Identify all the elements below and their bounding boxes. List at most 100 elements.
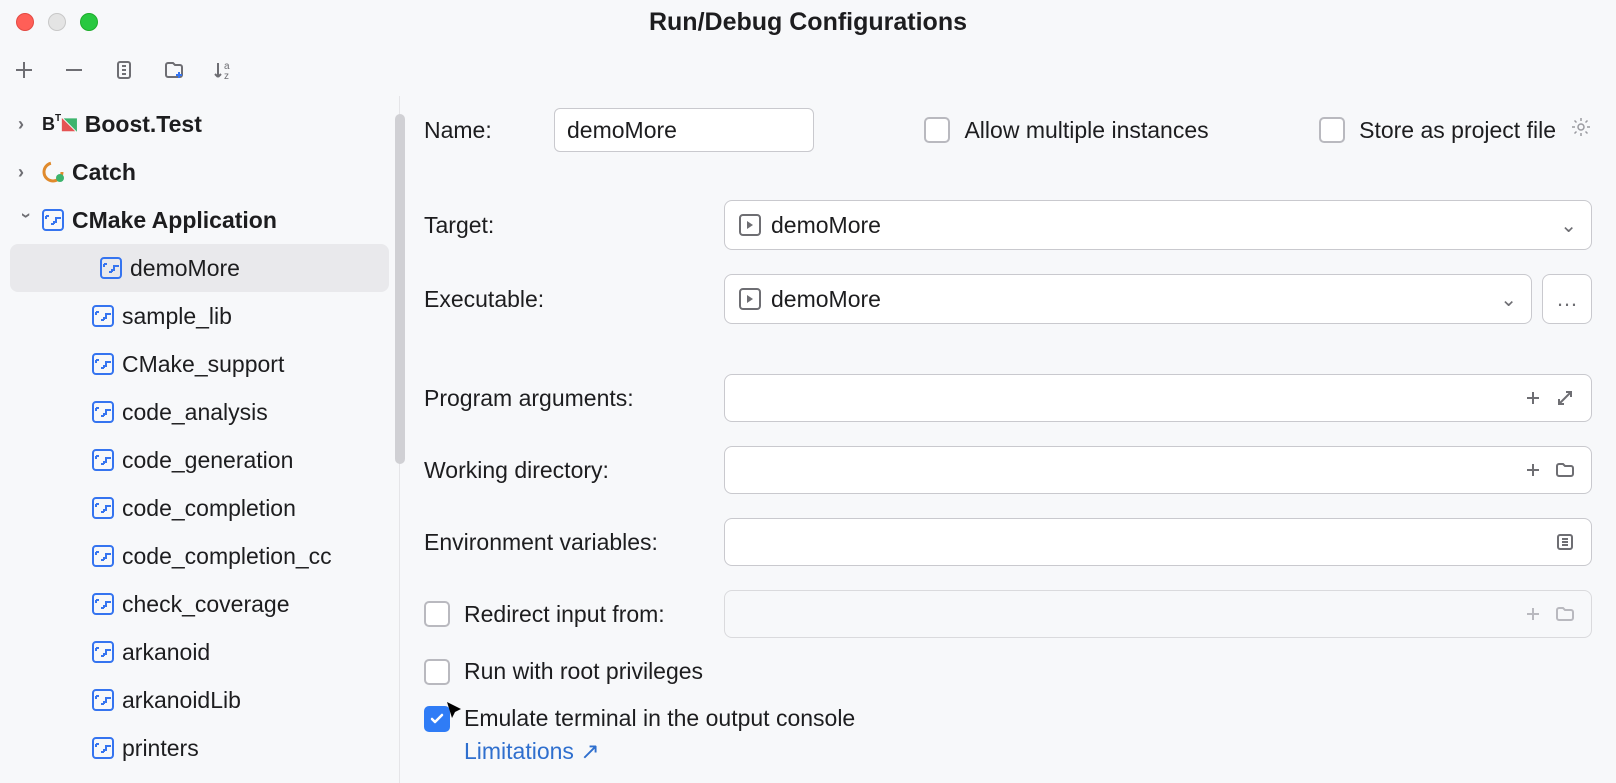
run-root-checkbox[interactable]: Run with root privileges xyxy=(424,658,703,685)
sidebar-group-label: Catch xyxy=(72,159,136,186)
sidebar-item-label: CMake_support xyxy=(122,351,284,378)
chevron-down-icon: › xyxy=(16,212,37,228)
checkbox-icon xyxy=(424,659,450,685)
sidebar-item-label: check_coverage xyxy=(122,591,290,618)
maximize-window-button[interactable] xyxy=(80,13,98,31)
target-icon xyxy=(92,449,114,471)
run-root-label: Run with root privileges xyxy=(464,658,703,685)
sidebar-item-code-completion[interactable]: code_completion xyxy=(0,484,399,532)
sidebar-item-label: code_completion_cc xyxy=(122,543,332,570)
sidebar-item-code-analysis[interactable]: code_analysis xyxy=(0,388,399,436)
main-area: › BT◣◥ Boost.Test › Catch › CMake Applic… xyxy=(0,96,1616,783)
sidebar-item-code-completion-cc[interactable]: code_completion_cc xyxy=(0,532,399,580)
sidebar-item-label: sample_lib xyxy=(122,303,232,330)
env-vars-field[interactable] xyxy=(724,518,1592,566)
sidebar-group-catch[interactable]: › Catch xyxy=(0,148,399,196)
target-icon xyxy=(92,641,114,663)
working-dir-input[interactable] xyxy=(735,457,1517,484)
add-macro-button[interactable] xyxy=(1517,454,1549,486)
allow-multiple-label: Allow multiple instances xyxy=(964,117,1208,144)
target-icon xyxy=(92,497,114,519)
target-value: demoMore xyxy=(771,212,881,239)
browse-folder-button[interactable] xyxy=(1549,454,1581,486)
emulate-terminal-label: Emulate terminal in the output console xyxy=(464,705,855,732)
save-template-button[interactable] xyxy=(158,54,190,86)
titlebar: Run/Debug Configurations xyxy=(0,0,1616,44)
emulate-terminal-checkbox[interactable]: Emulate terminal in the output console xyxy=(424,705,855,732)
sidebar-item-label: demoMore xyxy=(130,255,240,282)
env-vars-input[interactable] xyxy=(735,529,1549,556)
chevron-right-icon: › xyxy=(18,162,34,183)
gear-icon[interactable] xyxy=(1570,116,1592,144)
sidebar-group-boost-test[interactable]: › BT◣◥ Boost.Test xyxy=(0,100,399,148)
target-select[interactable]: demoMore ⌄ xyxy=(724,200,1592,250)
chevron-right-icon: › xyxy=(18,114,34,135)
boost-test-icon: BT◣◥ xyxy=(42,114,77,135)
chevron-down-icon: ⌄ xyxy=(1500,287,1517,312)
target-label: Target: xyxy=(424,212,724,239)
redirect-input-field xyxy=(724,590,1592,638)
add-macro-button[interactable] xyxy=(1517,382,1549,414)
sidebar-item-sample-lib[interactable]: sample_lib xyxy=(0,292,399,340)
executable-more-button[interactable]: … xyxy=(1542,274,1592,324)
target-icon xyxy=(92,353,114,375)
copy-config-button[interactable] xyxy=(108,54,140,86)
remove-config-button[interactable] xyxy=(58,54,90,86)
target-icon xyxy=(92,737,114,759)
target-icon xyxy=(92,401,114,423)
redirect-input-label: Redirect input from: xyxy=(464,601,665,628)
sidebar-item-label: code_analysis xyxy=(122,399,268,426)
sidebar-item-code-generation[interactable]: code_generation xyxy=(0,436,399,484)
expand-field-button[interactable] xyxy=(1549,382,1581,414)
sidebar-item-arkanoidlib[interactable]: arkanoidLib xyxy=(0,676,399,724)
sidebar-group-label: Boost.Test xyxy=(85,111,202,138)
program-args-input[interactable] xyxy=(735,385,1517,412)
sidebar-item-arkanoid[interactable]: arkanoid xyxy=(0,628,399,676)
traffic-lights xyxy=(16,13,98,31)
redirect-input-checkbox[interactable]: Redirect input from: xyxy=(424,601,724,628)
env-vars-dialog-button[interactable] xyxy=(1549,526,1581,558)
close-window-button[interactable] xyxy=(16,13,34,31)
add-config-button[interactable] xyxy=(8,54,40,86)
target-icon xyxy=(92,593,114,615)
executable-value: demoMore xyxy=(771,286,881,313)
sidebar: › BT◣◥ Boost.Test › Catch › CMake Applic… xyxy=(0,96,400,783)
sidebar-item-check-coverage[interactable]: check_coverage xyxy=(0,580,399,628)
catch-icon xyxy=(42,161,64,183)
allow-multiple-checkbox[interactable]: Allow multiple instances xyxy=(924,117,1208,144)
target-icon xyxy=(100,257,122,279)
minimize-window-button[interactable] xyxy=(48,13,66,31)
sort-alpha-button[interactable]: az xyxy=(208,54,240,86)
svg-text:z: z xyxy=(224,71,229,81)
sidebar-item-label: arkanoidLib xyxy=(122,687,241,714)
sidebar-item-printers[interactable]: printers xyxy=(0,724,399,772)
chevron-down-icon: ⌄ xyxy=(1560,213,1577,238)
sidebar-item-cmake-support[interactable]: CMake_support xyxy=(0,340,399,388)
store-as-project-checkbox[interactable]: Store as project file xyxy=(1319,116,1592,144)
sidebar-item-label: code_completion xyxy=(122,495,296,522)
sidebar-scrollbar[interactable] xyxy=(395,114,405,464)
working-dir-label: Working directory: xyxy=(424,457,724,484)
program-args-field[interactable] xyxy=(724,374,1592,422)
program-args-label: Program arguments: xyxy=(424,385,724,412)
window-title: Run/Debug Configurations xyxy=(649,8,967,37)
checkbox-icon xyxy=(924,117,950,143)
name-input[interactable] xyxy=(554,108,814,152)
working-dir-field[interactable] xyxy=(724,446,1592,494)
redirect-input-input xyxy=(735,601,1517,628)
sidebar-group-cmake[interactable]: › CMake Application xyxy=(0,196,399,244)
target-icon xyxy=(92,689,114,711)
target-icon xyxy=(92,305,114,327)
config-form: Name: Allow multiple instances Store as … xyxy=(400,96,1616,783)
env-vars-label: Environment variables: xyxy=(424,529,724,556)
store-as-project-label: Store as project file xyxy=(1359,117,1556,144)
checkbox-icon xyxy=(1319,117,1345,143)
executable-label: Executable: xyxy=(424,286,724,313)
external-link-icon: ↗ xyxy=(580,738,599,764)
executable-select[interactable]: demoMore ⌄ xyxy=(724,274,1532,324)
limitations-link[interactable]: Limitations ↗ xyxy=(464,738,600,764)
sidebar-group-label: CMake Application xyxy=(72,207,277,234)
cmake-app-icon xyxy=(42,209,64,231)
sidebar-item-demomore[interactable]: demoMore xyxy=(10,244,389,292)
run-icon xyxy=(739,288,761,310)
